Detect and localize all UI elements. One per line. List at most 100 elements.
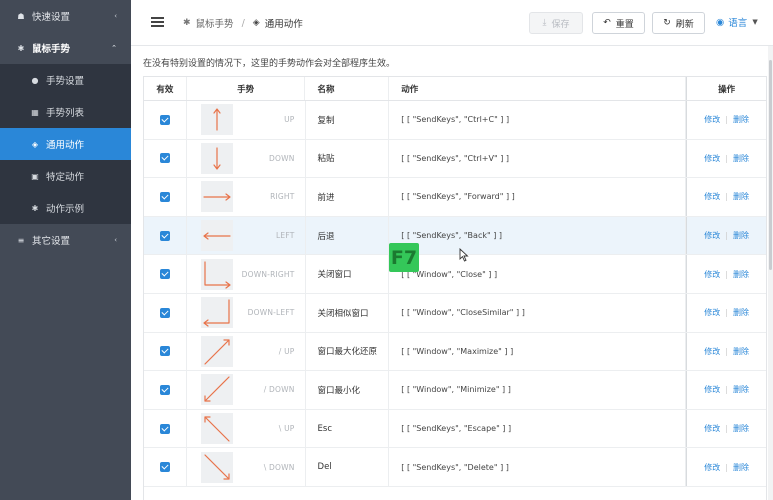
table-row[interactable]: \ UP Esc[ [ "SendKeys", "Escape" ] ] 修改 | 删除	[144, 409, 766, 449]
refresh-button[interactable]: ↻ 刷新	[652, 12, 705, 34]
sliders-icon: ≡	[17, 235, 25, 245]
scrollbar-thumb[interactable]	[769, 60, 772, 270]
action-cell: [ [ "SendKeys", "Ctrl+C" ] ]	[389, 101, 687, 139]
name-cell: 关闭相似窗口	[306, 293, 390, 332]
save-button-label: 保存	[551, 19, 570, 30]
delete-link[interactable]: 删除	[733, 423, 749, 434]
gesture-cell: \ UP	[187, 409, 306, 448]
delete-link[interactable]: 删除	[733, 114, 749, 125]
table-row[interactable]: \ DOWN Del[ [ "SendKeys", "Delete" ] ] 修改 |…	[144, 448, 766, 487]
gesture-arrow-icon	[200, 220, 233, 252]
sidebar-item-label: 快速设置	[32, 12, 71, 23]
edit-link[interactable]: 修改	[704, 423, 720, 434]
menu-toggle-icon[interactable]	[151, 17, 164, 27]
enabled-checkbox[interactable]	[159, 191, 170, 202]
delete-link[interactable]: 删除	[733, 230, 749, 241]
enabled-checkbox[interactable]	[159, 423, 170, 434]
gear-icon: ✱	[31, 203, 39, 213]
gesture-name: / UP	[278, 346, 295, 356]
enabled-checkbox[interactable]	[159, 384, 170, 395]
name-cell: 关闭窗口	[306, 255, 390, 293]
ops-cell: 修改 | 删除	[686, 178, 766, 216]
breadcrumb-current: 通用动作	[264, 19, 303, 30]
enabled-checkbox[interactable]	[159, 230, 170, 241]
enabled-checkbox[interactable]	[159, 346, 170, 357]
table-row[interactable]: DOWN 粘贴[ [ "SendKeys", "Ctrl+V" ] ] 修改 | 删除	[144, 139, 766, 179]
table-row[interactable]: DOWN-LEFT 关闭相似窗口[ [ "Window", "CloseSimil…	[144, 293, 766, 333]
gesture-name: / DOWN	[263, 385, 295, 395]
edit-link[interactable]: 修改	[704, 230, 720, 241]
action-cell: [ [ "SendKeys", "Delete" ] ]	[389, 448, 687, 486]
delete-link[interactable]: 删除	[733, 269, 749, 280]
table-row[interactable]: LEFT 后退[ [ "SendKeys", "Back" ] ] 修改 | 删除	[144, 216, 766, 256]
enabled-checkbox[interactable]	[159, 114, 170, 125]
delete-link[interactable]: 删除	[733, 307, 749, 318]
enabled-checkbox[interactable]	[159, 307, 170, 318]
action-cell: [ [ "Window", "Close" ] ]	[389, 255, 687, 293]
table-row[interactable]: / DOWN 窗口最小化[ [ "Window", "Minimize" ] ] 修…	[144, 371, 766, 410]
sidebar-item-quick-settings[interactable]: ☗ 快速设置 ‹	[0, 0, 131, 32]
language-dropdown[interactable]: ◉ 语言 ▼	[716, 15, 758, 30]
sidebar-item-action-examples[interactable]: ✱ 动作示例	[0, 192, 131, 224]
edit-link[interactable]: 修改	[704, 191, 720, 202]
edit-link[interactable]: 修改	[704, 269, 720, 280]
edit-link[interactable]: 修改	[704, 307, 720, 318]
sidebar-item-gesture-list[interactable]: ▦ 手势列表	[0, 96, 131, 128]
table-row[interactable]: RIGHT 前进[ [ "SendKeys", "Forward" ] ] 修改 | 删…	[144, 178, 766, 217]
breadcrumb: ✱ 鼠标手势 / ◈ 通用动作	[183, 16, 303, 31]
ops-divider: |	[725, 385, 728, 395]
palette-icon: ●	[31, 75, 39, 85]
name-cell: 后退	[306, 216, 390, 255]
edit-link[interactable]: 修改	[704, 462, 720, 473]
enabled-checkbox[interactable]	[159, 462, 170, 473]
refresh-button-label: 刷新	[675, 19, 694, 30]
gesture-name: RIGHT	[270, 192, 295, 202]
enabled-cell	[144, 332, 187, 371]
delete-link[interactable]: 删除	[733, 462, 749, 473]
table-row[interactable]: / UP 窗口最大化还原[ [ "Window", "Maximize" ] ] 修…	[144, 332, 766, 372]
action-cell: [ [ "SendKeys", "Ctrl+V" ] ]	[389, 139, 687, 178]
edit-link[interactable]: 修改	[704, 384, 720, 395]
breadcrumb-parent[interactable]: 鼠标手势	[196, 16, 234, 30]
sidebar-item-other-settings[interactable]: ≡ 其它设置 ‹	[0, 224, 131, 256]
delete-link[interactable]: 删除	[733, 346, 749, 357]
edit-link[interactable]: 修改	[704, 114, 720, 125]
cube-icon: ◈	[31, 139, 39, 149]
sidebar-item-specific-actions[interactable]: ▣ 特定动作	[0, 160, 131, 192]
enabled-checkbox[interactable]	[159, 153, 170, 164]
gesture-cell: LEFT	[187, 216, 306, 255]
enabled-cell	[144, 255, 187, 293]
sidebar-item-mouse-gestures[interactable]: ✱ 鼠标手势 ⌃	[0, 32, 131, 64]
gesture-name: UP	[284, 115, 295, 125]
ops-divider: |	[725, 308, 728, 318]
gesture-name: \ DOWN	[263, 462, 295, 472]
ops-cell: 修改 | 删除	[686, 448, 766, 486]
table-row[interactable]: DOWN-RIGHT 关闭窗口[ [ "Window", "Close" ] ] 修…	[144, 255, 766, 294]
gesture-cell: UP	[187, 101, 306, 139]
enabled-checkbox[interactable]	[159, 269, 170, 280]
sidebar-item-common-actions[interactable]: ◈ 通用动作	[0, 128, 131, 160]
reset-button[interactable]: ↶ 重置	[592, 12, 645, 34]
sidebar-item-label: 通用动作	[46, 140, 85, 151]
delete-link[interactable]: 删除	[733, 191, 749, 202]
sidebar-item-gesture-settings[interactable]: ● 手势设置	[0, 64, 131, 96]
edit-link[interactable]: 修改	[704, 346, 720, 357]
chevron-left-icon: ‹	[114, 236, 117, 244]
gesture-name: DOWN-RIGHT	[241, 269, 295, 279]
gesture-cell: RIGHT	[187, 178, 306, 216]
gesture-cell: \ DOWN	[187, 448, 306, 486]
delete-link[interactable]: 删除	[733, 384, 749, 395]
header-name: 名称	[305, 77, 390, 100]
table-row[interactable]: UP 复制[ [ "SendKeys", "Ctrl+C" ] ] 修改 | 删除	[144, 101, 766, 140]
action-cell: [ [ "SendKeys", "Back" ] ]	[389, 216, 687, 255]
save-button[interactable]: ⤓ 保存	[529, 12, 583, 34]
table-body: UP 复制[ [ "SendKeys", "Ctrl+C" ] ] 修改 | 删除 DOW…	[144, 101, 766, 487]
edit-link[interactable]: 修改	[704, 153, 720, 164]
enabled-cell	[144, 409, 187, 448]
notice-text: 在没有特别设置的情况下，这里的手势动作会对全部程序生效。	[143, 59, 396, 69]
gesture-name: DOWN-LEFT	[247, 308, 295, 318]
gesture-arrow-icon	[200, 104, 233, 136]
name-cell: 窗口最小化	[306, 371, 390, 409]
header-action: 动作	[389, 77, 687, 100]
delete-link[interactable]: 删除	[733, 153, 749, 164]
